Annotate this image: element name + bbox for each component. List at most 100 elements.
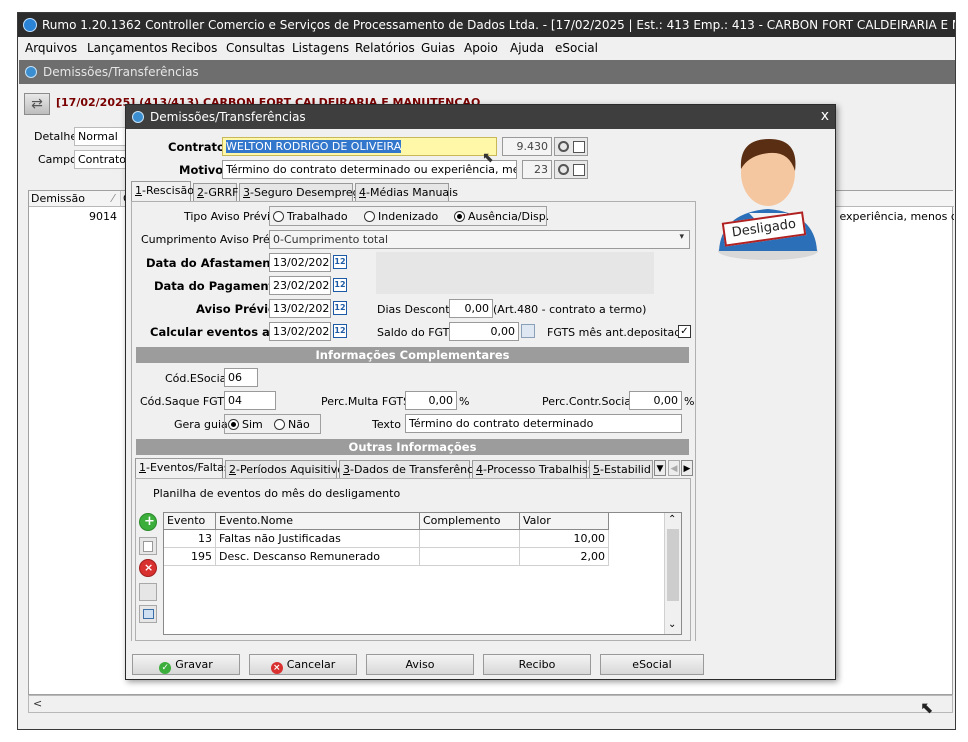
cumprimento-select[interactable]: 0-Cumprimento total ▾ bbox=[269, 230, 690, 249]
blank-tool-button[interactable] bbox=[139, 583, 157, 601]
aviso-button[interactable]: Aviso bbox=[366, 654, 474, 675]
event-code[interactable]: 195 bbox=[164, 548, 216, 566]
calendar-icon[interactable]: 12 bbox=[333, 324, 347, 338]
menu-lancamentos[interactable]: Lançamentos bbox=[87, 41, 168, 55]
grid-row-value[interactable]: 9014 bbox=[29, 208, 121, 225]
radio-sim[interactable] bbox=[228, 419, 239, 430]
calendar-icon[interactable]: 12 bbox=[333, 278, 347, 292]
tab-dados-transferencia[interactable]: 3-Dados de Transferência bbox=[339, 460, 483, 478]
pagamento-input[interactable]: 23/02/2025 bbox=[269, 276, 331, 295]
menu-ajuda[interactable]: Ajuda bbox=[510, 41, 544, 55]
radio-trabalhado[interactable] bbox=[273, 211, 284, 222]
calcular-input[interactable]: 13/02/2025 bbox=[269, 322, 331, 341]
menu-apoio[interactable]: Apoio bbox=[464, 41, 498, 55]
motivo-input[interactable]: Término do contrato determinado ou exper… bbox=[222, 160, 517, 179]
contrato-number: 9.430 bbox=[502, 137, 552, 156]
close-icon[interactable]: x bbox=[821, 108, 829, 124]
grid-row-motivo[interactable]: u experiência, menos de bbox=[829, 210, 954, 223]
add-event-button[interactable]: + bbox=[139, 513, 157, 531]
tab-medias-manuais[interactable]: 4-Médias Manuais bbox=[355, 183, 458, 201]
horizontal-scrollbar[interactable]: < bbox=[28, 695, 953, 713]
detalhe-field[interactable]: Normal bbox=[74, 127, 129, 146]
search-icon bbox=[558, 141, 569, 152]
event-complemento[interactable] bbox=[420, 530, 520, 548]
calendar-icon[interactable]: 12 bbox=[333, 255, 347, 269]
background-window-title: Demissões/Transferências bbox=[43, 65, 199, 79]
dias-desconto-input[interactable]: 0,00 bbox=[449, 299, 493, 318]
tab-grrf[interactable]: 2-GRRF bbox=[193, 183, 239, 201]
calendar-icon[interactable]: 12 bbox=[333, 301, 347, 315]
fgts-mes-label: FGTS mês ant.depositado bbox=[547, 326, 688, 339]
esocial-button[interactable]: eSocial bbox=[600, 654, 704, 675]
tab-estabilidade[interactable]: 5-Estabilid bbox=[589, 460, 653, 478]
event-name[interactable]: Desc. Descanso Remunerado bbox=[216, 548, 420, 566]
detalhe-label: Detalhe bbox=[34, 130, 78, 143]
events-header-evento[interactable]: Evento bbox=[164, 513, 216, 530]
cod-saque-input[interactable]: 04 bbox=[224, 391, 276, 410]
event-valor[interactable]: 2,00 bbox=[520, 548, 609, 566]
menu-consultas[interactable]: Consultas bbox=[226, 41, 285, 55]
scroll-up-icon[interactable]: ⌃ bbox=[668, 514, 676, 525]
event-name[interactable]: Faltas não Justificadas bbox=[216, 530, 420, 548]
tabs-dropdown-icon[interactable]: ▼ bbox=[654, 460, 666, 476]
cod-esocial-input[interactable]: 06 bbox=[224, 368, 258, 387]
events-header-valor[interactable]: Valor bbox=[520, 513, 609, 530]
grid-header-demissao[interactable]: Demissão ⁄ bbox=[29, 191, 121, 207]
scroll-down-icon[interactable]: ⌄ bbox=[668, 619, 676, 630]
recibo-button[interactable]: Recibo bbox=[483, 654, 591, 675]
scroll-thumb[interactable] bbox=[667, 529, 679, 601]
gera-guia-label: Gera guia bbox=[174, 418, 228, 431]
afastamento-input[interactable]: 13/02/2025 bbox=[269, 253, 331, 272]
radio-nao[interactable] bbox=[274, 419, 285, 430]
contrato-lookup-button[interactable] bbox=[554, 137, 588, 156]
menu-recibos[interactable]: Recibos bbox=[171, 41, 217, 55]
menu-arquivos[interactable]: Arquivos bbox=[25, 41, 77, 55]
events-header-complemento[interactable]: Complemento bbox=[420, 513, 520, 530]
app-logo-icon bbox=[23, 18, 37, 32]
tabs-left-icon[interactable]: ◀ bbox=[668, 460, 680, 476]
event-valor[interactable]: 10,00 bbox=[520, 530, 609, 548]
event-code[interactable]: 13 bbox=[164, 530, 216, 548]
perc-multa-input[interactable]: 0,00 bbox=[405, 391, 457, 410]
dialog-title: Demissões/Transferências bbox=[150, 110, 306, 124]
fgts-mes-checkbox[interactable]: ✓ bbox=[678, 325, 691, 338]
event-complemento[interactable] bbox=[420, 548, 520, 566]
grid-tool-button[interactable] bbox=[139, 605, 157, 623]
campo-field[interactable]: Contrato.N bbox=[74, 150, 129, 169]
texto-label: Texto bbox=[372, 418, 401, 431]
radio-trabalhado-label: Trabalhado bbox=[287, 210, 348, 223]
scroll-left-icon[interactable]: < bbox=[33, 697, 42, 710]
texto-input[interactable]: Término do contrato determinado bbox=[405, 414, 682, 433]
perc-contr-input[interactable]: 0,00 bbox=[629, 391, 682, 410]
afastamento-label: Data do Afastamento bbox=[146, 256, 284, 270]
tab-seguro-desemprego[interactable]: 3-Seguro Desemprego bbox=[239, 183, 366, 201]
perc-multa-unit: % bbox=[459, 395, 470, 408]
saldo-fgts-input[interactable]: 0,00 bbox=[449, 322, 519, 341]
radio-ausencia[interactable] bbox=[454, 211, 465, 222]
contrato-input[interactable]: WELTON RODRIGO DE OLIVEIRA bbox=[222, 137, 497, 156]
tab-rescisao[interactable]: 1-Rescisão bbox=[131, 181, 194, 201]
cancelar-button[interactable]: × Cancelar bbox=[249, 654, 357, 675]
menu-guias[interactable]: Guias bbox=[421, 41, 455, 55]
check-icon: ✓ bbox=[159, 662, 172, 674]
delete-event-button[interactable]: × bbox=[139, 559, 157, 577]
gravar-button[interactable]: ✓ Gravar bbox=[132, 654, 240, 675]
tab-processo-trabalhista[interactable]: 4-Processo Trabalhista bbox=[472, 460, 599, 478]
close-icon: × bbox=[270, 662, 283, 674]
tab-periodos-aquisitivos[interactable]: 2-Períodos Aquisitivos bbox=[225, 460, 350, 478]
radio-indenizado[interactable] bbox=[364, 211, 375, 222]
edit-event-button[interactable] bbox=[139, 537, 157, 555]
events-scrollbar[interactable]: ⌃ ⌄ bbox=[664, 513, 681, 634]
blank-area bbox=[376, 252, 654, 294]
motivo-lookup-button[interactable] bbox=[554, 160, 588, 179]
calculator-icon[interactable] bbox=[521, 324, 535, 338]
aviso-previo-input[interactable]: 13/02/2025 bbox=[269, 299, 331, 318]
menu-esocial[interactable]: eSocial bbox=[555, 41, 598, 55]
edit-icon bbox=[143, 541, 153, 552]
transfer-arrows-button[interactable]: ⇄ bbox=[24, 93, 50, 115]
tabs-right-icon[interactable]: ▶ bbox=[681, 460, 693, 476]
tab-eventos-faltas[interactable]: 1-Eventos/Faltas bbox=[135, 458, 230, 478]
events-header-nome[interactable]: Evento.Nome bbox=[216, 513, 420, 530]
menu-listagens[interactable]: Listagens bbox=[292, 41, 349, 55]
menu-relatorios[interactable]: Relatórios bbox=[355, 41, 415, 55]
